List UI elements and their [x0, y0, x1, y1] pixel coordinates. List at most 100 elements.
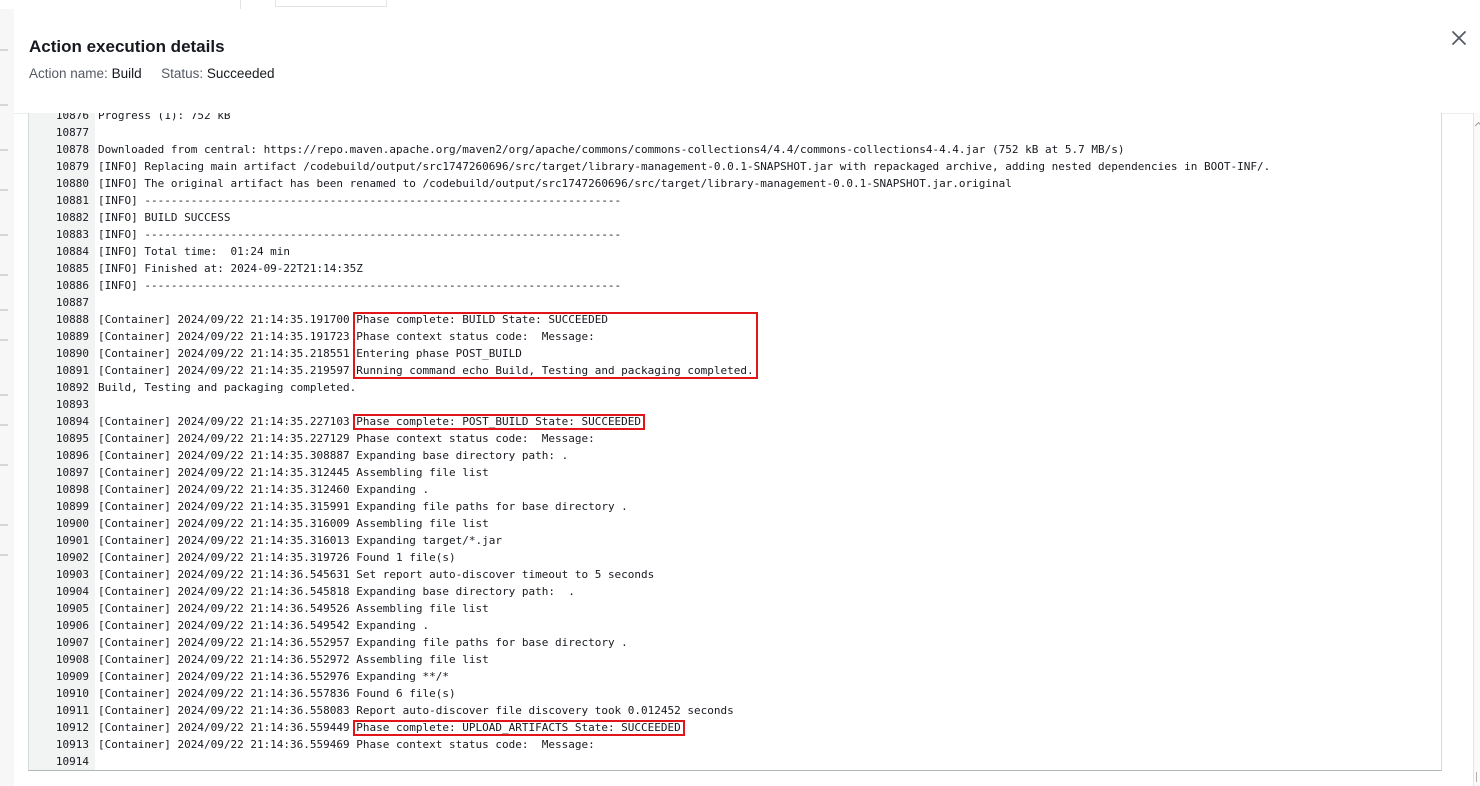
log-line: 10879 [INFO] Replacing main artifact /cod… — [29, 158, 1441, 175]
log-line-number: 10906 — [55, 619, 89, 632]
log-line-number: 10890 — [55, 347, 89, 360]
log-line-text: [Container] 2024/09/22 21:14:36.559449 P… — [98, 719, 681, 736]
log-line-text: [Container] 2024/09/22 21:14:36.549526 A… — [98, 600, 489, 617]
highlighted-log-message: Phase complete: BUILD State: SUCCEEDED — [356, 313, 608, 326]
log-line: 10878 Downloaded from central: https://re… — [29, 141, 1441, 158]
log-line-text: Downloaded from central: https://repo.ma… — [98, 141, 1125, 158]
log-line: 10909 [Container] 2024/09/22 21:14:36.552… — [29, 668, 1441, 685]
resize-grip-icon — [1476, 772, 1480, 782]
log-line-number: 10907 — [55, 636, 89, 649]
log-line: 10890 [Container] 2024/09/22 21:14:35.218… — [29, 345, 1441, 362]
close-icon — [1452, 31, 1466, 45]
background-divider — [200, 0, 241, 9]
log-line: 10892 Build, Testing and packaging comple… — [29, 379, 1441, 396]
log-line-text: [Container] 2024/09/22 21:14:35.227129 P… — [98, 430, 595, 447]
log-line: 10910 [Container] 2024/09/22 21:14:36.557… — [29, 685, 1441, 702]
log-line: 10887 — [29, 294, 1441, 311]
log-line: 10883 [INFO] ----------------------------… — [29, 226, 1441, 243]
log-line-number: 10882 — [55, 211, 89, 224]
log-line-text: [Container] 2024/09/22 21:14:36.549542 E… — [98, 617, 429, 634]
log-line-number: 10897 — [55, 466, 89, 479]
log-line-text: [Container] 2024/09/22 21:14:35.312460 E… — [98, 481, 429, 498]
close-button[interactable] — [1448, 27, 1470, 49]
log-line-text: [INFO] Total time: 01:24 min — [98, 243, 290, 260]
log-line-text: [Container] 2024/09/22 21:14:35.316013 E… — [98, 532, 502, 549]
log-line-number: 10881 — [55, 194, 89, 207]
log-line-text: [Container] 2024/09/22 21:14:36.559469 P… — [98, 736, 595, 753]
log-line-text: [Container] 2024/09/22 21:14:35.319726 F… — [98, 549, 456, 566]
log-line: 10898 [Container] 2024/09/22 21:14:35.312… — [29, 481, 1441, 498]
log-line: 10886 [INFO] ----------------------------… — [29, 277, 1441, 294]
log-line-prefix: [Container] 2024/09/22 21:14:35.308887 — [98, 449, 357, 462]
log-line-prefix: [Container] 2024/09/22 21:14:35.227129 — [98, 432, 357, 445]
log-line-number: 10887 — [55, 296, 89, 309]
log-line-number: 10900 — [55, 517, 89, 530]
log-line-number: 10898 — [55, 483, 89, 496]
log-line-number: 10908 — [55, 653, 89, 666]
log-line-number: 10876 — [55, 113, 89, 122]
log-line: 10894 [Container] 2024/09/22 21:14:35.227… — [29, 413, 1441, 430]
log-line-number: 10904 — [55, 585, 89, 598]
log-line-prefix: [Container] 2024/09/22 21:14:35.316009 — [98, 517, 357, 530]
log-line-prefix: [Container] 2024/09/22 21:14:36.552972 — [98, 653, 357, 666]
log-line: 10891 [Container] 2024/09/22 21:14:35.219… — [29, 362, 1441, 379]
log-line-prefix: [Container] 2024/09/22 21:14:35.312460 — [98, 483, 357, 496]
log-line: 10911 [Container] 2024/09/22 21:14:36.558… — [29, 702, 1441, 719]
log-line-message: Assembling file list — [356, 602, 489, 615]
log-line-message: Downloaded from central: https://repo.ma… — [98, 143, 1125, 156]
log-line-message: Report auto-discover file discovery took… — [356, 704, 734, 717]
log-line-prefix: [Container] 2024/09/22 21:14:36.552976 — [98, 670, 357, 683]
action-execution-details-modal: Action execution details Action name: Bu… — [14, 9, 1480, 786]
log-line-text: [INFO] ---------------------------------… — [98, 226, 621, 243]
log-line-prefix: [Container] 2024/09/22 21:14:36.545818 — [98, 585, 357, 598]
log-line-number: 10879 — [55, 160, 89, 173]
log-line-prefix: [Container] 2024/09/22 21:14:35.316013 — [98, 534, 357, 547]
build-log-viewer[interactable]: 10876 Progress (1): 752 kB 10877 10878 Downl… — [28, 113, 1442, 771]
log-line: 10881 [INFO] ----------------------------… — [29, 192, 1441, 209]
modal-title: Action execution details — [29, 37, 225, 56]
log-line-prefix: [Container] 2024/09/22 21:14:35.227103 — [98, 415, 357, 428]
log-line-message: Expanding base directory path: . — [356, 449, 569, 462]
log-line: 10901 [Container] 2024/09/22 21:14:35.316… — [29, 532, 1441, 549]
log-line-text: [Container] 2024/09/22 21:14:35.218551 E… — [98, 345, 522, 362]
log-line-number: 10878 — [55, 143, 89, 156]
log-line-message: Expanding file paths for base directory … — [356, 636, 628, 649]
log-line-message: Set report auto-discover timeout to 5 se… — [356, 568, 655, 581]
log-line-number: 10903 — [55, 568, 89, 581]
log-line-text: [INFO] ---------------------------------… — [98, 192, 621, 209]
log-line-number: 10905 — [55, 602, 89, 615]
action-name-value: Build — [111, 66, 142, 81]
log-line-prefix: [Container] 2024/09/22 21:14:36.559449 — [98, 721, 357, 734]
log-line-text: Progress (1): 752 kB — [98, 113, 230, 124]
log-line-message: Assembling file list — [356, 466, 489, 479]
log-line-text: [Container] 2024/09/22 21:14:36.552957 E… — [98, 634, 628, 651]
log-line-text: [Container] 2024/09/22 21:14:36.552976 E… — [98, 668, 449, 685]
log-line-text: [INFO] BUILD SUCCESS — [98, 209, 230, 226]
log-line-message: [INFO] The original artifact has been re… — [98, 177, 1012, 190]
log-line-message: [INFO] ---------------------------------… — [98, 194, 622, 207]
log-line-number: 10910 — [55, 687, 89, 700]
log-line-text: [Container] 2024/09/22 21:14:36.557836 F… — [98, 685, 456, 702]
log-line-message: Assembling file list — [356, 517, 489, 530]
log-line: 10882 [INFO] BUILD SUCCESS — [29, 209, 1441, 226]
log-line-message: [INFO] Finished at: 2024-09-22T21:14:35Z — [98, 262, 363, 275]
modal-scrollbar[interactable] — [1473, 113, 1480, 786]
log-line: 10876 Progress (1): 752 kB — [29, 113, 1441, 124]
highlighted-log-message: Running command echo Build, Testing and … — [356, 364, 754, 377]
log-line-number: 10883 — [55, 228, 89, 241]
log-line-message: [INFO] ---------------------------------… — [98, 279, 622, 292]
log-line: 10877 — [29, 124, 1441, 141]
log-line-number: 10884 — [55, 245, 89, 258]
log-line-number: 10894 — [55, 415, 89, 428]
log-line-number: 10885 — [55, 262, 89, 275]
log-line-text: [Container] 2024/09/22 21:14:35.308887 E… — [98, 447, 568, 464]
log-line: 10880 [INFO] The original artifact has be… — [29, 175, 1441, 192]
log-line-number: 10893 — [55, 398, 89, 411]
log-line-number: 10889 — [55, 330, 89, 343]
log-line-text: [INFO] Replacing main artifact /codebuil… — [98, 158, 1270, 175]
highlighted-log-message: Phase context status code: Message: — [356, 330, 595, 343]
log-line: 10884 [INFO] Total time: 01:24 min — [29, 243, 1441, 260]
scroll-up-icon — [1474, 121, 1480, 130]
log-line-number: 10912 — [55, 721, 89, 734]
log-line-prefix: [Container] 2024/09/22 21:14:35.315991 — [98, 500, 357, 513]
